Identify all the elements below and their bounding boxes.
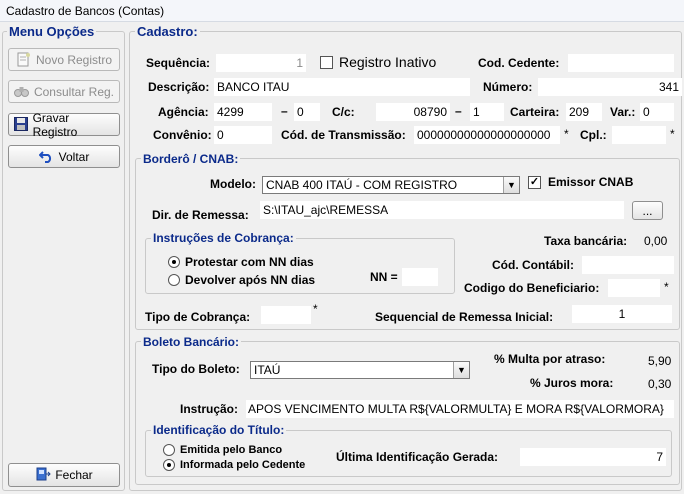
beneficiary-code-field[interactable] [608, 279, 660, 297]
save-record-label: Gravar Registro [32, 110, 78, 139]
query-record-label: Consultar Reg. [33, 84, 115, 99]
model-label: Modelo: [210, 177, 256, 191]
cpl-label: Cpl.: [580, 128, 607, 142]
cpl-field[interactable] [612, 126, 666, 144]
agency-field[interactable]: 4299 [214, 103, 272, 121]
cadastro-legend: Cadastro: [135, 24, 200, 39]
collection-instructions-legend: Instruções de Cobrança: [151, 231, 296, 246]
cpl-required-mark: * [670, 127, 675, 141]
boleto-legend: Boleto Bancário: [141, 335, 242, 350]
model-value: CNAB 400 ITAÚ - COM REGISTRO [266, 178, 458, 192]
cedente-informed-label: Informada pelo Cedente [180, 459, 306, 471]
nn-label: NN = [370, 270, 398, 284]
browse-label: ... [642, 203, 653, 218]
agency-digit-field[interactable]: 0 [294, 103, 320, 121]
protest-label: Protestar com NN dias [185, 255, 314, 269]
instruction-label: Instrução: [180, 402, 239, 416]
variation-label: Var.: [610, 105, 636, 119]
inactive-checkbox[interactable] [320, 56, 333, 69]
instruction-field[interactable]: APOS VENCIMENTO MULTA R${VALORMULTA} E M… [246, 400, 674, 418]
close-button[interactable]: Fechar [8, 463, 120, 487]
sequence-field[interactable]: 1 [216, 54, 306, 72]
back-label: Voltar [58, 149, 90, 164]
sequence-label: Sequência: [146, 56, 211, 70]
bank-number-label: Número: [483, 80, 533, 94]
account-dash: – [455, 104, 462, 118]
window-title: Cadastro de Bancos (Contas) [0, 0, 684, 22]
binoculars-icon [14, 84, 30, 100]
nn-field[interactable] [402, 268, 438, 286]
interest-label: % Juros mora: [530, 376, 614, 390]
bank-fee-value[interactable]: 0,00 [644, 232, 667, 250]
agreement-field[interactable]: 0 [214, 126, 272, 144]
undo-arrow-icon [38, 149, 55, 165]
bank-number-field[interactable]: 341 [538, 78, 682, 96]
account-label: C/c: [332, 105, 355, 119]
bank-issued-radio[interactable] [163, 444, 175, 456]
boleto-type-value: ITAÚ [254, 363, 281, 377]
agency-dash: – [281, 104, 288, 118]
account-field[interactable]: 08790 [376, 103, 450, 121]
accounting-code-field[interactable] [582, 256, 674, 274]
new-record-label: Novo Registro [35, 52, 113, 67]
new-record-button[interactable]: Novo Registro [8, 48, 120, 71]
wallet-field[interactable]: 209 [566, 103, 602, 121]
remittance-dir-field[interactable]: S:\ITAU_ajc\REMESSA [260, 201, 624, 219]
collection-type-field[interactable] [261, 306, 311, 324]
collection-type-required-mark: * [313, 302, 318, 316]
remittance-sequence-field[interactable]: 1 [572, 305, 672, 323]
transmission-required-mark: * [564, 127, 569, 141]
bank-fee-label: Taxa bancária: [544, 234, 628, 248]
cnab-issuer-checkbox[interactable]: ✓ [528, 176, 541, 189]
return-label: Devolver após NN dias [185, 273, 316, 287]
boleto-type-label: Tipo do Boleto: [152, 362, 240, 376]
protest-radio[interactable] [168, 256, 180, 268]
menu-legend: Menu Opções [7, 24, 97, 39]
last-identification-label: Última Identificação Gerada: [336, 450, 499, 464]
description-label: Descrição: [148, 80, 210, 94]
save-record-button[interactable]: Gravar Registro [8, 110, 120, 139]
query-record-button[interactable]: Consultar Reg. [8, 80, 120, 103]
remittance-dir-label: Dir. de Remessa: [152, 208, 249, 222]
cedente-code-field[interactable] [568, 54, 674, 72]
transmission-code-label: Cód. de Transmissão: [281, 128, 406, 142]
accounting-code-label: Cód. Contábil: [492, 258, 574, 272]
title-identification-legend: Identificação do Título: [151, 423, 287, 438]
bordero-legend: Borderô / CNAB: [141, 152, 241, 167]
beneficiary-required-mark: * [664, 280, 669, 294]
agreement-label: Convênio: [153, 128, 212, 142]
cedente-code-label: Cod. Cedente: [478, 56, 560, 70]
late-fee-label: % Multa por atraso: [494, 352, 606, 366]
back-button[interactable]: Voltar [8, 145, 120, 168]
cedente-informed-radio[interactable] [163, 459, 175, 471]
beneficiary-code-label: Codigo do Beneficiario: [464, 281, 600, 295]
return-radio[interactable] [168, 274, 180, 286]
remittance-sequence-label: Sequencial de Remessa Inicial: [375, 310, 554, 324]
chevron-down-icon[interactable]: ▼ [503, 177, 519, 193]
wallet-label: Carteira: [510, 105, 560, 119]
agency-label: Agência: [158, 105, 209, 119]
cnab-issuer-label: Emissor CNAB [548, 175, 634, 189]
transmission-code-field[interactable]: 00000000000000000000 [414, 126, 560, 144]
collection-type-label: Tipo de Cobrança: [145, 310, 251, 324]
exit-door-icon [35, 467, 51, 483]
description-field[interactable]: BANCO ITAU [214, 78, 470, 96]
boleto-type-select[interactable]: ITAÚ ▼ [250, 361, 470, 379]
account-digit-field[interactable]: 1 [470, 103, 504, 121]
browse-folder-button[interactable]: ... [632, 201, 663, 220]
last-identification-field[interactable]: 7 [520, 448, 666, 466]
inactive-label: Registro Inativo [339, 54, 437, 70]
late-fee-value[interactable]: 5,90 [648, 352, 671, 370]
variation-field[interactable]: 0 [640, 103, 674, 121]
interest-value[interactable]: 0,30 [648, 375, 671, 393]
close-label: Fechar [55, 468, 93, 482]
floppy-disk-icon [13, 116, 29, 133]
model-select[interactable]: CNAB 400 ITAÚ - COM REGISTRO ▼ [262, 176, 520, 194]
chevron-down-icon[interactable]: ▼ [453, 362, 469, 378]
new-document-icon [16, 52, 32, 68]
